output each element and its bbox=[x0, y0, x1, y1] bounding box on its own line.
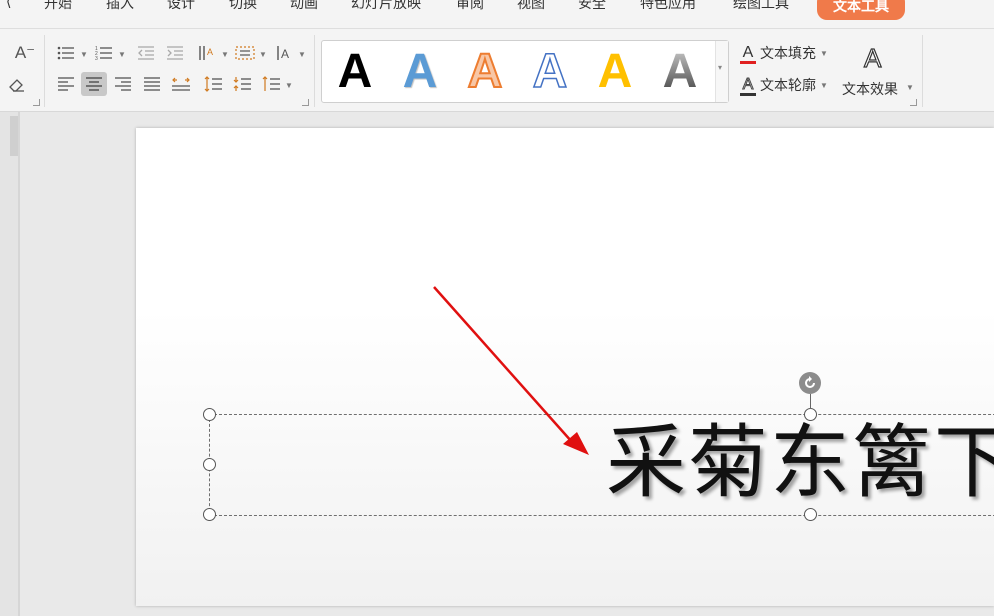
arrow-shaft bbox=[433, 286, 573, 443]
app-window: ⟨ 开始 插入 设计 切换 动画 幻灯片放映 审阅 视图 安全 特色应用 绘图工… bbox=[0, 0, 994, 616]
annotation-arrow bbox=[433, 286, 589, 455]
